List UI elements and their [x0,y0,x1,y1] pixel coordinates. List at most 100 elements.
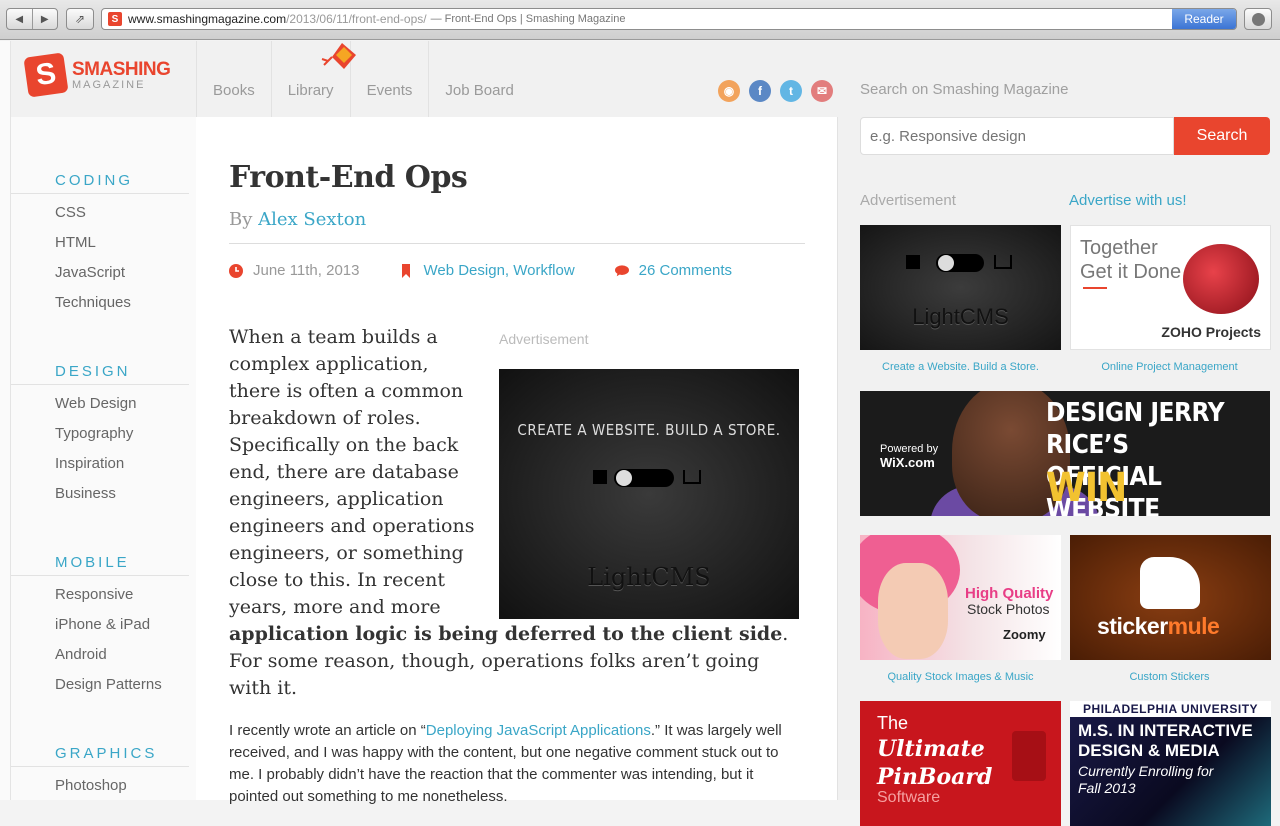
clock-icon [229,263,243,278]
article-body: I recently wrote an article on “Deployin… [229,720,805,808]
advertise-link[interactable]: Advertise with us! [1069,192,1187,209]
category-link-html[interactable]: HTML [11,228,189,258]
category-title[interactable]: DESIGN [11,363,189,385]
home-icon [906,255,920,269]
facebook-icon[interactable]: f [749,80,771,102]
ad-lightcms-caption[interactable]: Create a Website. Build a Store. [860,361,1061,373]
category-title[interactable]: GRAPHICS [11,745,189,767]
ad-sticker-word2: mule [1167,613,1220,639]
ad-philly-line1: M.S. IN INTERACTIVE DESIGN & MEDIA [1078,721,1253,760]
forward-icon[interactable]: ▶ [33,9,58,29]
social-icons: ◉ f t ✉ [718,80,833,102]
search-input[interactable] [860,117,1174,155]
downloads-button[interactable] [1244,8,1272,30]
category-link-iphone-ipad[interactable]: iPhone & iPad [11,610,189,640]
ad-stock-line1: High Quality [965,585,1054,602]
ad-lightcms[interactable]: LightCMS [860,225,1061,350]
inline-ad-brand: LightCMS [587,563,711,591]
comment-icon [614,264,629,276]
category-link-business[interactable]: Business [11,479,189,509]
email-icon[interactable]: ✉ [811,80,833,102]
url-path: /2013/06/11/front-end-ops/ [286,12,427,26]
ad-zoho-line1: Together [1080,237,1158,259]
comments-link[interactable]: 26 Comments [639,262,732,279]
category-mobile: MOBILE Responsive iPhone & iPad Android … [11,554,189,700]
ad-wix-prize: WIN $10,000 ▸▸ [1046,465,1250,516]
share-button[interactable]: ⇗ [66,8,94,30]
ad-zoho-caption[interactable]: Online Project Management [1069,361,1270,373]
back-forward-buttons[interactable]: ◀ ▶ [6,8,58,30]
body-link[interactable]: Deploying JavaScript Applications [426,722,651,739]
left-edge-strip [0,41,11,800]
category-link-techniques[interactable]: Techniques [11,288,189,318]
ad-pinboard[interactable]: The Ultimate PinBoard Software [860,701,1061,826]
lead-text: When a team builds a complex application… [229,326,475,618]
ad-stock-photos[interactable]: High Quality Stock Photos Zoomy [860,535,1061,660]
twitter-icon[interactable]: t [780,80,802,102]
ad-sticker-wordmark: stickermule [1097,613,1220,640]
search-label: Search on Smashing Magazine [860,81,1069,98]
nav-books[interactable]: Books [196,41,271,117]
ad-pin-line1: The [877,713,909,733]
divider [229,243,805,244]
category-link-javascript[interactable]: JavaScript [11,258,189,288]
category-title[interactable]: MOBILE [11,554,189,576]
bookmark-icon [402,263,411,278]
home-icon [593,470,607,484]
site-logo[interactable]: S SMASHING MAGAZINE [23,52,171,98]
article-tags-link[interactable]: Web Design, Workflow [423,262,574,279]
category-title[interactable]: CODING [11,172,189,194]
ad-zoho-logo: ZOHO Projects [1161,324,1261,340]
ad-wix-line1: DESIGN JERRY RICE’S [1046,398,1225,460]
ad-stock-caption[interactable]: Quality Stock Images & Music [860,671,1061,683]
reader-button[interactable]: Reader [1172,9,1236,29]
category-link-inspiration[interactable]: Inspiration [11,449,189,479]
article-meta: June 11th, 2013 Web Design, Workflow 26 … [229,262,772,279]
category-link-typography[interactable]: Typography [11,419,189,449]
web-page: S SMASHING MAGAZINE Books Library Events… [0,41,1280,826]
ad-philly-bar: PHILADELPHIA UNIVERSITY [1070,701,1271,717]
category-link-android[interactable]: Android [11,640,189,670]
ad-zoho[interactable]: Together Get it Done ZOHO Projects [1070,225,1271,350]
pushpin-icon [1012,731,1046,781]
category-link-photoshop[interactable]: Photoshop [11,771,189,801]
rss-icon[interactable]: ◉ [718,80,740,102]
nav-events[interactable]: Events [349,41,429,117]
ad-zoho-text: Together Get it Done [1080,236,1181,284]
ad-wix[interactable]: Powered by WiX.com DESIGN JERRY RICE’S O… [860,391,1270,516]
byline: By Alex Sexton [229,209,366,230]
ad-sticker-caption[interactable]: Custom Stickers [1069,671,1270,683]
category-link-design-patterns[interactable]: Design Patterns [11,670,189,700]
category-graphics: GRAPHICS Photoshop [11,745,189,801]
ad-wix-brand: WiX.com [880,455,935,470]
ad-sticker-word1: sticker [1097,613,1168,639]
browser-toolbar: ◀ ▶ ⇗ S www.smashingmagazine.com /2013/0… [0,0,1280,40]
category-link-responsive[interactable]: Responsive [11,580,189,610]
ad-stock-line2: Stock Photos [967,601,1050,617]
search-button[interactable]: Search [1174,117,1270,155]
ad-stickermule[interactable]: stickermule [1070,535,1271,660]
site-favicon-icon: S [108,12,122,26]
ad-philadelphia-university[interactable]: PHILADELPHIA UNIVERSITY M.S. IN INTERACT… [1070,701,1271,826]
author-link[interactable]: Alex Sexton [258,209,366,230]
ad-stock-model-face [878,563,948,659]
pomegranate-image [1183,244,1259,314]
mascot-kite-icon [321,43,356,69]
ad-pin-line3: Software [877,789,941,806]
inline-ad-label: Advertisement [499,331,589,347]
ad-zoho-underline [1083,287,1107,289]
address-bar[interactable]: S www.smashingmagazine.com /2013/06/11/f… [101,8,1237,30]
inline-ad-lightcms[interactable]: CREATE A WEBSITE. BUILD A STORE. LightCM… [499,369,799,619]
url-domain: www.smashingmagazine.com [128,12,287,26]
nav-job-board[interactable]: Job Board [428,41,529,117]
article-lead: Advertisement CREATE A WEBSITE. BUILD A … [229,324,799,702]
back-icon[interactable]: ◀ [7,9,33,29]
category-link-web-design[interactable]: Web Design [11,389,189,419]
cart-icon [994,255,1012,269]
logo-line1: SMASHING [72,59,171,80]
lead-text-bold: application logic is being deferred to t… [229,623,783,645]
category-link-css[interactable]: CSS [11,198,189,228]
download-icon [1251,12,1265,26]
share-icon: ⇗ [74,12,86,26]
category-coding: CODING CSS HTML JavaScript Techniques [11,172,189,318]
